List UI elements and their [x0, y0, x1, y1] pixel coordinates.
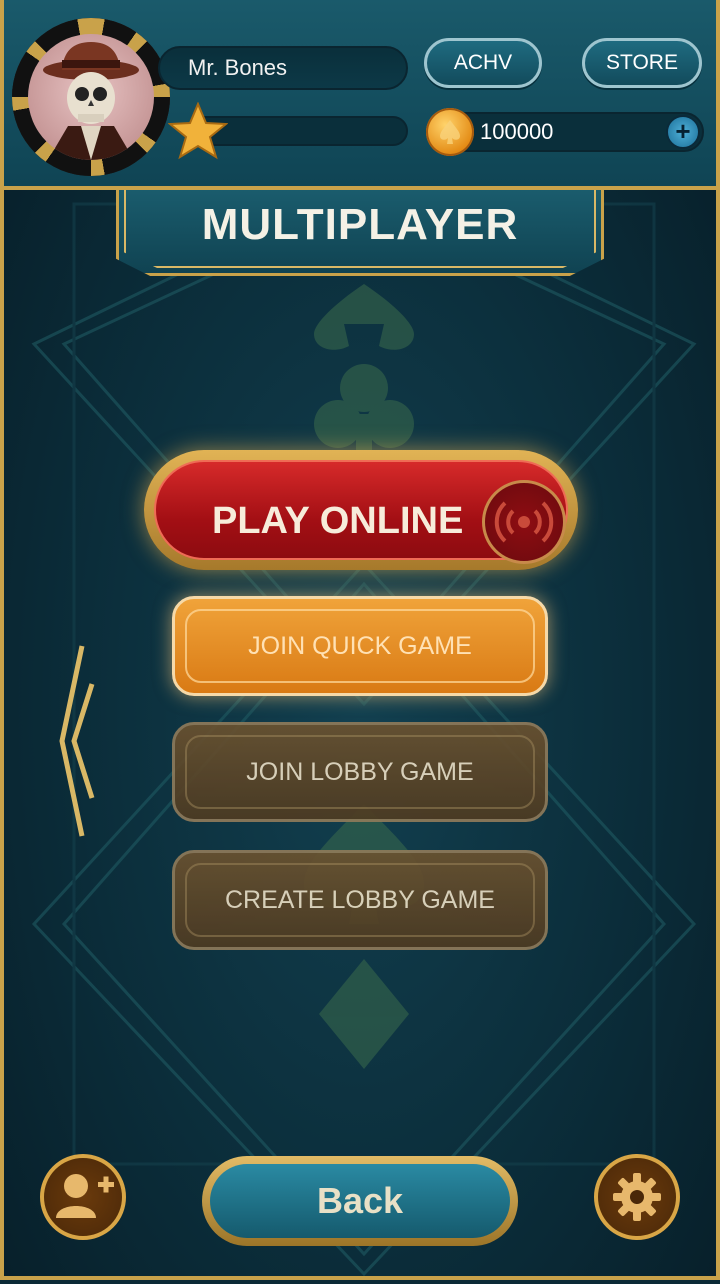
play-online-label: PLAY ONLINE	[212, 500, 464, 542]
add-user-icon	[56, 1174, 114, 1218]
player-avatar[interactable]	[12, 18, 170, 176]
button-inner-border	[185, 735, 535, 809]
spade-symbol	[440, 120, 460, 144]
back-button-label: Back	[210, 1164, 510, 1238]
button-inner-border	[185, 609, 535, 683]
chevron-left-icon[interactable]	[56, 644, 96, 838]
page-title: MULTIPLAYER	[201, 200, 519, 249]
add-friend-button[interactable]	[40, 1154, 126, 1240]
join-quick-game-button[interactable]: JOIN QUICK GAME	[172, 596, 548, 696]
create-lobby-game-button[interactable]: CREATE LOBBY GAME	[172, 850, 548, 950]
back-button[interactable]: Back	[202, 1156, 518, 1246]
skeleton-detective-avatar	[28, 34, 154, 160]
achievements-button[interactable]: ACHV	[424, 38, 542, 88]
join-lobby-game-button[interactable]: JOIN LOBBY GAME	[172, 722, 548, 822]
add-coins-button[interactable]: +	[666, 115, 700, 149]
avatar-image	[43, 42, 139, 160]
spade-coin-icon	[426, 108, 474, 156]
gear-icon	[613, 1173, 661, 1221]
star-icon	[168, 102, 228, 160]
player-name: Mr. Bones	[158, 46, 408, 90]
button-inner-border	[185, 863, 535, 937]
settings-button[interactable]	[594, 1154, 680, 1240]
play-online-button[interactable]: PLAY ONLINE	[144, 450, 578, 570]
broadcast-symbol	[494, 501, 554, 543]
store-button[interactable]: STORE	[582, 38, 702, 88]
play-online-face: PLAY ONLINE	[154, 460, 568, 564]
broadcast-icon	[482, 480, 566, 564]
